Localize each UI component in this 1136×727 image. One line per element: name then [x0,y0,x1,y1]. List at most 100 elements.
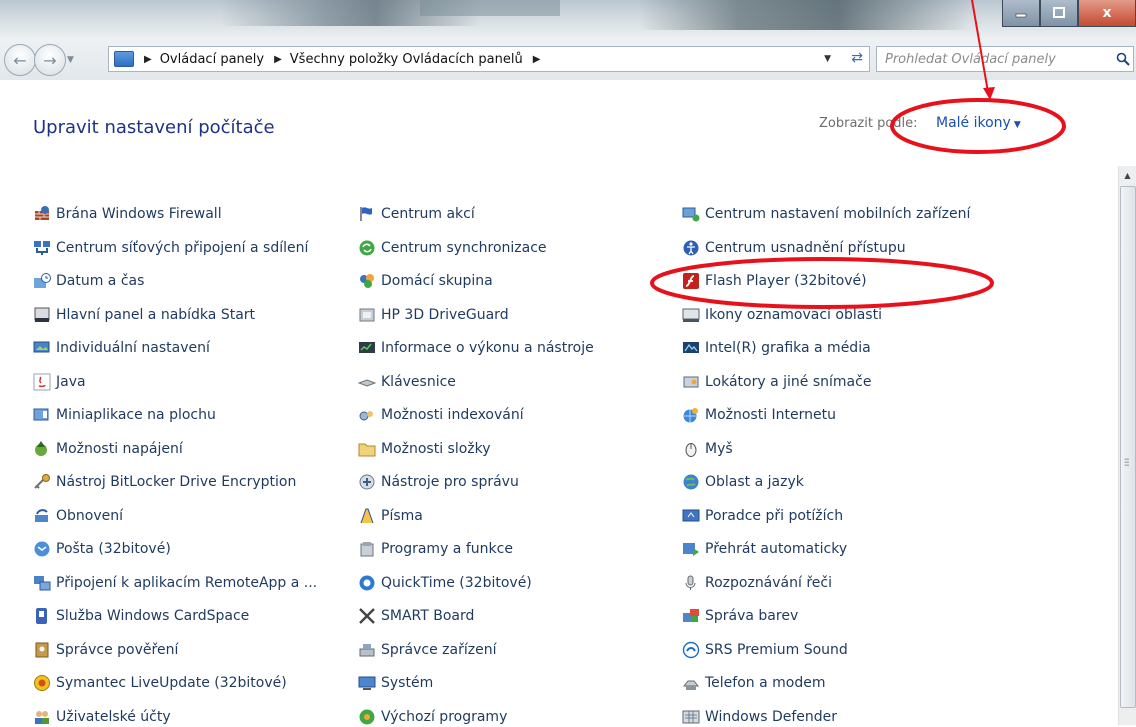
cp-item-liveupdate[interactable]: Symantec LiveUpdate (32bitové) [33,673,287,693]
cp-item-speech[interactable]: Rozpoznávání řeči [682,573,832,593]
titlebar-blur [420,0,560,16]
window-titlebar[interactable]: x [0,0,1136,40]
cp-item-smartboard[interactable]: SMART Board [358,606,474,626]
search-box[interactable]: Prohledat Ovládací panely [876,46,1134,72]
cp-item-bitlocker[interactable]: Nástroj BitLocker Drive Encryption [33,472,296,492]
view-by-dropdown[interactable]: Malé ikony ▼ [936,115,1021,131]
cp-item-label: Datum a čas [56,273,145,289]
folder-options-icon [358,440,376,458]
cp-item-label: Uživatelské účty [56,709,171,725]
cp-item-gadgets[interactable]: Miniaplikace na plochu [33,405,216,425]
cp-item-mouse[interactable]: Myš [682,439,733,459]
users-icon [33,708,51,726]
cp-item-indexing[interactable]: Možnosti indexování [358,405,524,425]
cp-item-remoteapp[interactable]: Připojení k aplikacím RemoteApp a ... [33,573,317,593]
cp-item-label: Rozpoznávání řeči [705,575,832,591]
address-bar[interactable]: ▶ Ovládací panely ▶ Všechny položky Ovlá… [108,46,870,72]
history-dropdown-icon[interactable]: ▼ [67,55,74,65]
cp-item-accessibility[interactable]: Centrum usnadnění přístupu [682,238,906,258]
breadcrumb-separator-icon[interactable]: ▶ [533,54,541,65]
internet-options-icon [682,406,700,424]
cp-item-intel-graphics[interactable]: Intel(R) grafika a média [682,338,871,358]
scroll-up-icon[interactable]: ▲ [1119,166,1136,184]
cp-item-fonts[interactable]: Písma [358,506,423,526]
chevron-down-icon: ▼ [1013,120,1021,130]
cp-item-keyboard[interactable]: Klávesnice [358,372,456,392]
cp-item-flag[interactable]: Centrum akcí [358,204,475,224]
cp-item-homegroup[interactable]: Domácí skupina [358,271,493,291]
cp-item-label: Flash Player (32bitové) [705,273,867,289]
mail-icon [33,540,51,558]
cp-item-color-management[interactable]: Správa barev [682,606,798,626]
fonts-icon [358,507,376,525]
cp-item-notification[interactable]: Ikony oznamovací oblasti [682,305,882,325]
cp-item-programs[interactable]: Programy a funkce [358,539,513,559]
cp-item-credential[interactable]: Správce pověření [33,640,178,660]
cp-item-internet-options[interactable]: Možnosti Internetu [682,405,836,425]
cp-item-taskbar[interactable]: Hlavní panel a nabídka Start [33,305,255,325]
cp-item-label: Výchozí programy [381,709,508,725]
cp-item-sensors[interactable]: Lokátory a jiné snímače [682,372,871,392]
cp-item-quicktime[interactable]: QuickTime (32bitové) [358,573,532,593]
cp-item-mobility[interactable]: Centrum nastavení mobilních zařízení [682,204,970,224]
breadcrumb-control-panel[interactable]: Ovládací panely [160,52,264,67]
cp-item-label: Písma [381,508,423,524]
window-controls: x [1002,0,1136,28]
cp-item-defender[interactable]: Windows Defender [682,707,837,727]
cp-item-recovery[interactable]: Obnovení [33,506,123,526]
forward-button[interactable]: → [34,44,66,76]
mouse-icon [682,440,700,458]
cp-item-device-manager[interactable]: Správce zařízení [358,640,496,660]
cp-item-mail[interactable]: Pošta (32bitové) [33,539,171,559]
cp-item-personalize[interactable]: Individuální nastavení [33,338,210,358]
programs-icon [358,540,376,558]
cp-item-label: Obnovení [56,508,124,524]
cp-item-srs[interactable]: SRS Premium Sound [682,640,848,660]
cp-item-users[interactable]: Uživatelské účty [33,707,171,727]
cp-item-flash[interactable]: Flash Player (32bitové) [682,271,867,291]
cp-item-region[interactable]: Oblast a jazyk [682,472,804,492]
cp-item-label: Centrum usnadnění přístupu [705,240,906,256]
address-dropdown-icon[interactable]: ▼ [824,54,831,64]
cp-item-folder-options[interactable]: Možnosti složky [358,439,491,459]
cp-item-cardspace[interactable]: Služba Windows CardSpace [33,606,249,626]
cp-item-java[interactable]: Java [33,372,86,392]
cp-item-driveguard[interactable]: HP 3D DriveGuard [358,305,509,325]
cp-item-troubleshoot[interactable]: Poradce při potížích [682,506,843,526]
search-input[interactable]: Prohledat Ovládací panely [885,52,1113,67]
cp-item-label: Správce zařízení [381,642,497,658]
cp-item-admin-tools[interactable]: Nástroje pro správu [358,472,519,492]
arrow-right-icon: → [43,50,57,70]
cp-item-performance[interactable]: Informace o výkonu a nástroje [358,338,594,358]
cp-item-autoplay[interactable]: Přehrát automaticky [682,539,847,559]
back-button[interactable]: ← [4,44,36,76]
vertical-scrollbar[interactable]: ▲ – – – [1118,166,1136,725]
close-icon[interactable]: x [1078,0,1136,27]
view-by-label: Zobrazit podle: [819,116,918,131]
cp-item-firewall[interactable]: Brána Windows Firewall [33,204,222,224]
breadcrumb-separator-icon[interactable]: ▶ [274,54,282,65]
defender-icon [682,708,700,726]
breadcrumb-separator-icon[interactable]: ▶ [144,54,152,65]
cp-item-sync[interactable]: Centrum synchronizace [358,238,547,258]
maximize-icon[interactable] [1040,0,1078,27]
system-icon [358,674,376,692]
minimize-icon[interactable] [1002,0,1040,27]
cp-item-clock[interactable]: Datum a čas [33,271,144,291]
credential-icon [33,641,51,659]
cp-item-network[interactable]: Centrum síťových připojení a sdílení [33,238,308,258]
cp-item-label: Poradce při potížích [705,508,844,524]
cp-item-system[interactable]: Systém [358,673,433,693]
cp-item-power[interactable]: Možnosti napájení [33,439,183,459]
cp-item-phone-modem[interactable]: Telefon a modem [682,673,825,693]
cp-item-label: SMART Board [381,608,475,624]
refresh-icon[interactable]: ⇄ [851,50,863,66]
cp-item-default-programs[interactable]: Výchozí programy [358,707,507,727]
breadcrumb-all-items[interactable]: Všechny položky Ovládacích panelů [290,52,523,67]
search-icon[interactable] [1113,52,1133,66]
scroll-thumb[interactable]: – – – [1120,186,1136,708]
cp-item-label: Možnosti Internetu [705,407,837,423]
page-title: Upravit nastavení počítače [33,117,275,138]
cp-item-label: QuickTime (32bitové) [381,575,532,591]
cp-item-label: Programy a funkce [381,541,513,557]
